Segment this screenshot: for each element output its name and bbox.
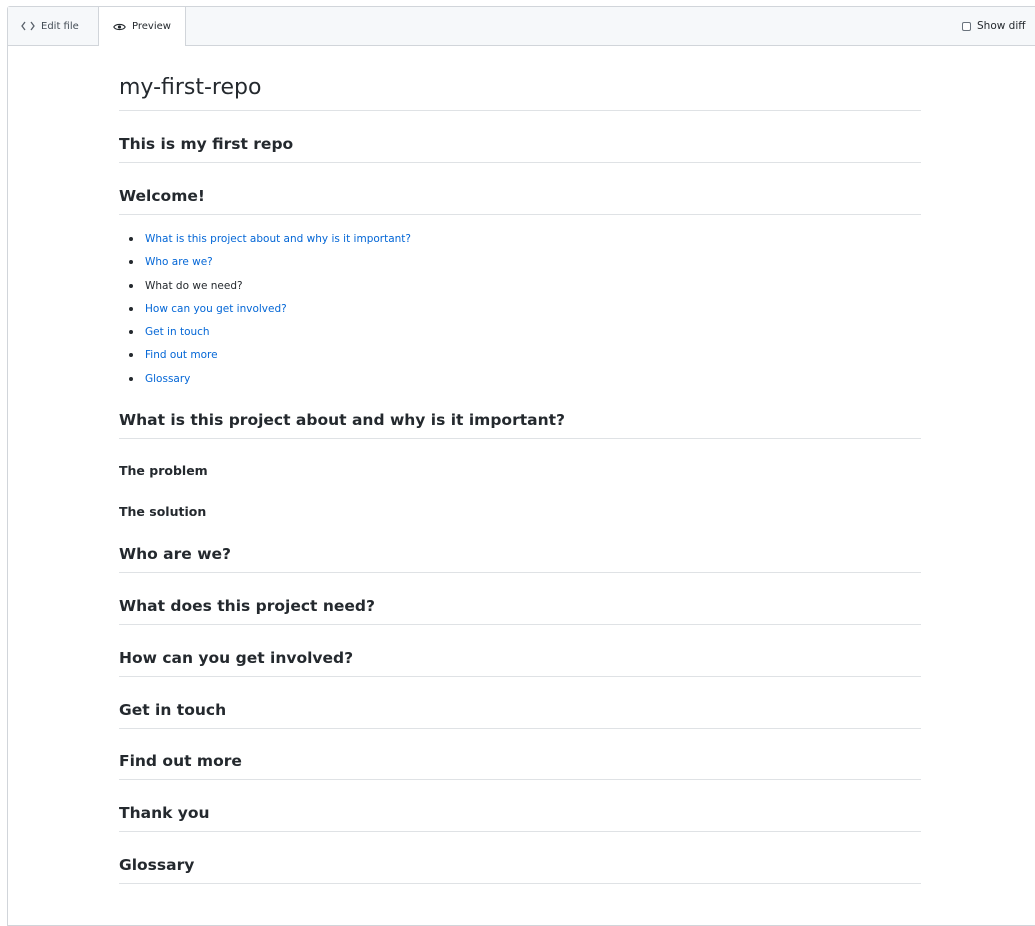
show-diff-label: Show diff: [977, 20, 1026, 32]
show-diff-toggle[interactable]: Show diff: [962, 7, 1026, 45]
heading-about: What is this project about and why is it…: [119, 411, 921, 439]
heading-more: Find out more: [119, 752, 921, 780]
toc-link-touch[interactable]: Get in touch: [145, 326, 210, 338]
toc-link-involved[interactable]: How can you get involved?: [145, 303, 287, 315]
eye-icon: [113, 22, 126, 32]
toc-link-glossary[interactable]: Glossary: [145, 373, 190, 385]
heading-touch: Get in touch: [119, 701, 921, 729]
heading-problem: The problem: [119, 463, 208, 478]
editor-tab-bar: Edit file Preview Show diff: [8, 7, 1035, 46]
heading-solution: The solution: [119, 504, 207, 519]
heading-thanks: Thank you: [119, 804, 921, 832]
tab-edit-file[interactable]: Edit file: [8, 7, 98, 45]
toc-link-who[interactable]: Who are we?: [145, 256, 213, 268]
tab-preview[interactable]: Preview: [98, 7, 186, 46]
toc-item: What is this project about and why is it…: [119, 231, 411, 254]
table-of-contents: What is this project about and why is it…: [119, 231, 411, 394]
code-icon: [21, 21, 35, 31]
heading-welcome: Welcome!: [119, 187, 921, 215]
toc-link-about[interactable]: What is this project about and why is it…: [145, 233, 411, 245]
heading-need: What does this project need?: [119, 597, 921, 625]
toc-text-need: What do we need?: [145, 279, 243, 292]
show-diff-checkbox[interactable]: [962, 21, 971, 31]
toc-item: Get in touch: [119, 324, 411, 347]
toc-item: Glossary: [119, 371, 411, 394]
toc-item: Find out more: [119, 347, 411, 370]
tab-preview-label: Preview: [132, 21, 171, 32]
toc-link-more[interactable]: Find out more: [145, 349, 218, 361]
heading-who: Who are we?: [119, 545, 921, 573]
heading-subtitle: This is my first repo: [119, 135, 921, 163]
heading-glossary: Glossary: [119, 856, 921, 884]
page-title: my-first-repo: [119, 75, 921, 111]
toc-item: How can you get involved?: [119, 301, 411, 324]
toc-item: What do we need?: [119, 278, 411, 301]
heading-involved: How can you get involved?: [119, 649, 921, 677]
toc-item: Who are we?: [119, 254, 411, 277]
file-editor-panel: Edit file Preview Show diff my-first-rep…: [7, 6, 1035, 926]
tab-edit-file-label: Edit file: [41, 20, 79, 32]
